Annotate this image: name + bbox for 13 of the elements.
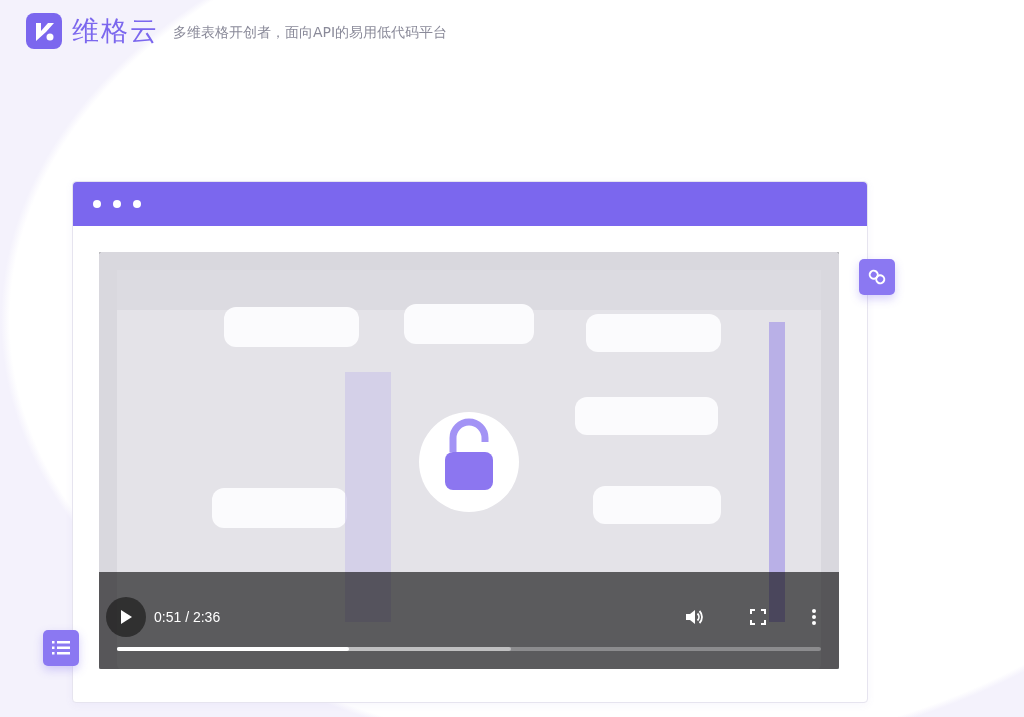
list-button[interactable]: [43, 630, 79, 666]
list-icon: [52, 640, 70, 656]
window-dot: [133, 200, 141, 208]
progress-bar[interactable]: [117, 647, 821, 651]
window-dot: [113, 200, 121, 208]
link-icon: [867, 267, 887, 287]
logo-icon: [26, 13, 62, 49]
window-dot: [93, 200, 101, 208]
link-button[interactable]: [859, 259, 895, 295]
tagline: 多维表格开创者，面向API的易用低代码平台: [173, 24, 448, 42]
brand-name: 维格云: [72, 14, 159, 48]
play-icon: [119, 609, 133, 625]
time-display: 0:51 / 2:36: [154, 609, 221, 625]
